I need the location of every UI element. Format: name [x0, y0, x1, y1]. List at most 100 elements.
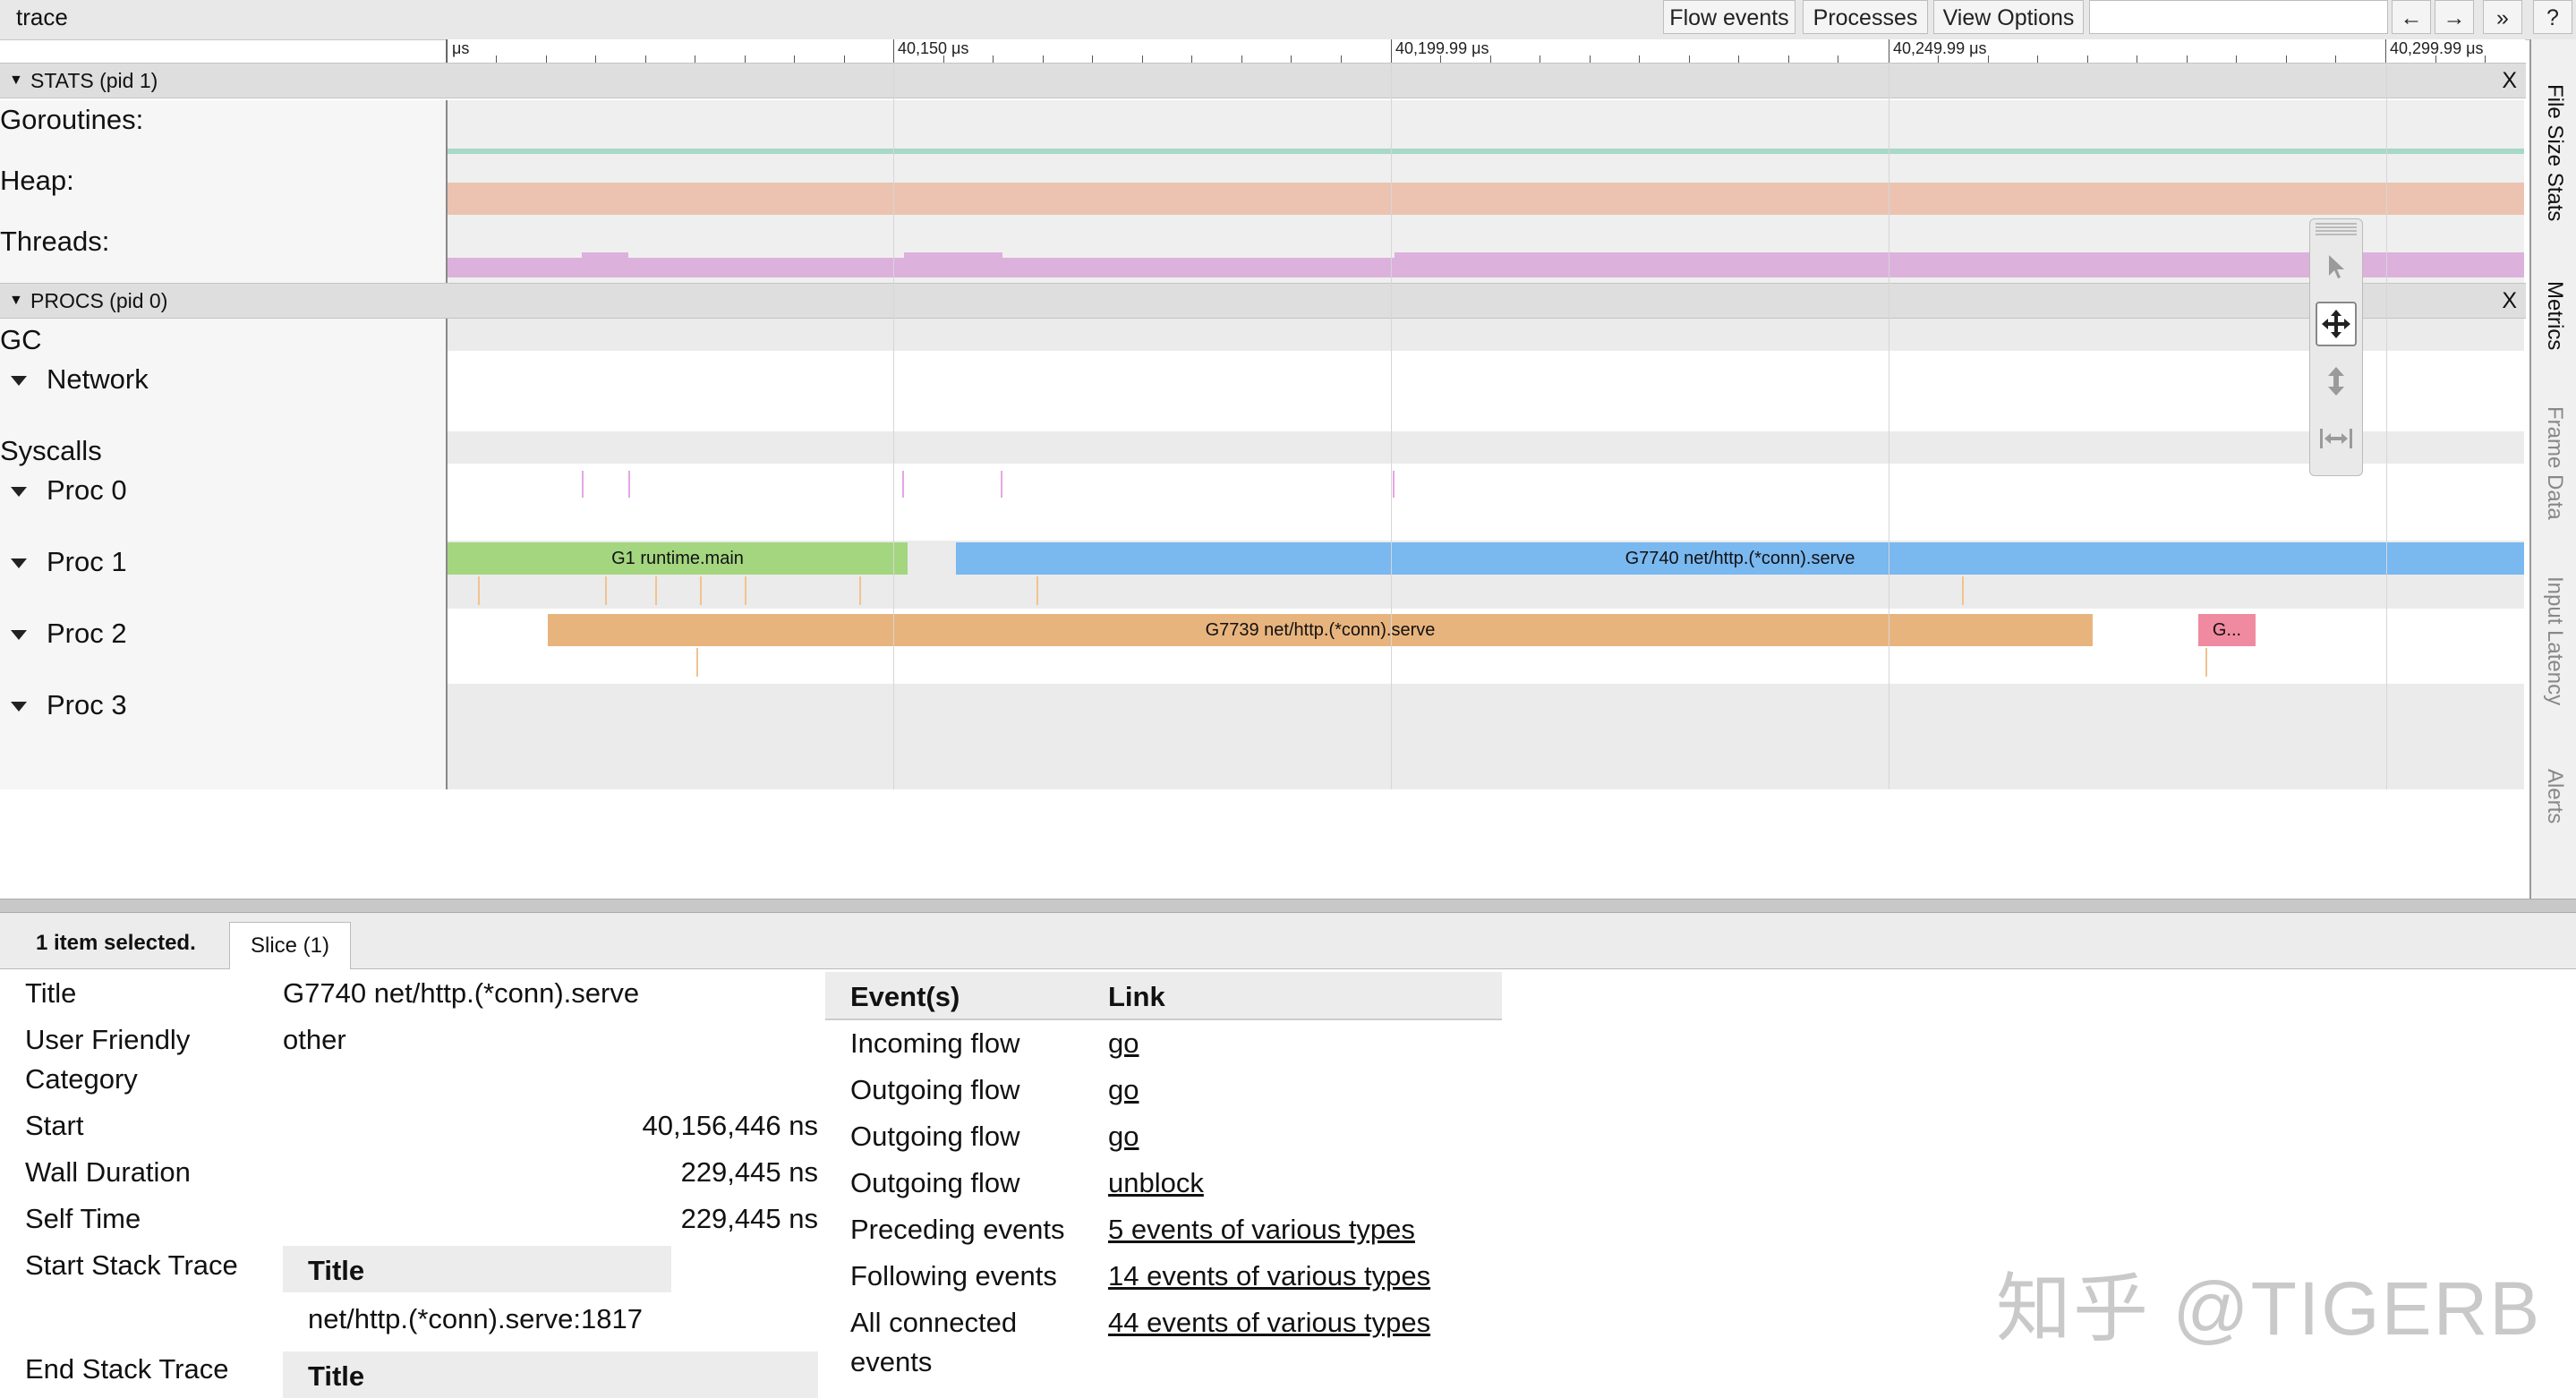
proc-0-label[interactable]: Proc 0 — [11, 474, 127, 507]
event-marker[interactable] — [2205, 648, 2207, 677]
event-marker[interactable] — [478, 576, 480, 605]
side-tab-metrics[interactable]: Metrics — [2542, 281, 2567, 350]
prop-category-label-2: Category — [25, 1063, 138, 1095]
col-events: Event(s) — [850, 981, 960, 1012]
network-track[interactable] — [448, 351, 2524, 431]
flow-event: Preceding events — [850, 1214, 1065, 1245]
side-tab-frame-data[interactable]: Frame Data — [2542, 406, 2567, 520]
flow-event: Incoming flow — [850, 1027, 1020, 1059]
network-label[interactable]: Network — [11, 363, 149, 396]
gc-track[interactable] — [448, 319, 2524, 351]
goroutines-counter[interactable] — [448, 149, 2524, 154]
flow-event: Following events — [850, 1260, 1057, 1291]
close-icon[interactable]: X — [2502, 284, 2517, 318]
threads-counter-spike — [582, 252, 628, 260]
procs-section-title: PROCS (pid 0) — [30, 289, 168, 312]
event-marker[interactable] — [628, 471, 630, 498]
prop-start-label: Start — [25, 1110, 84, 1141]
ruler-label: 40,150 μs — [898, 39, 969, 57]
flow-events-button[interactable]: Flow events — [1663, 0, 1796, 34]
event-marker[interactable] — [696, 648, 698, 677]
slice-g7740-serve[interactable]: G7740 net/http.(*conn).serve — [956, 542, 2524, 575]
expand-arrow-icon[interactable] — [11, 558, 27, 569]
close-icon[interactable]: X — [2502, 64, 2517, 98]
prop-category-value: other — [283, 1024, 346, 1055]
ruler-label: μs — [452, 39, 470, 57]
back-arrow-icon[interactable]: ← — [2392, 0, 2431, 34]
side-tab-alerts[interactable]: Alerts — [2542, 769, 2567, 823]
syscalls-track[interactable] — [448, 431, 2524, 464]
proc-1-label[interactable]: Proc 1 — [11, 546, 127, 578]
goroutines-label: Goroutines: — [0, 104, 144, 135]
stats-section-header[interactable]: ▼ STATS (pid 1) X — [0, 63, 2526, 98]
flow-link[interactable]: go — [1108, 1121, 1139, 1153]
prop-self-time-label: Self Time — [25, 1203, 141, 1234]
collapse-triangle-icon[interactable]: ▼ — [9, 284, 23, 318]
slice-g7739-serve[interactable]: G7739 net/http.(*conn).serve — [548, 614, 2093, 646]
proc-2-track[interactable]: G7739 net/http.(*conn).serve G... — [448, 609, 2524, 684]
mouse-mode-palette — [2309, 218, 2363, 476]
procs-section-header[interactable]: ▼ PROCS (pid 0) X — [0, 283, 2526, 319]
side-tab-file-size-stats[interactable]: File Size Stats — [2542, 84, 2567, 221]
slice-g1-runtime-main[interactable]: G1 runtime.main — [448, 542, 908, 575]
stack-frame: net/http.(*conn).serve:1817 — [308, 1303, 643, 1334]
grid-line — [893, 63, 894, 789]
flow-link[interactable]: go — [1108, 1074, 1139, 1106]
flow-link[interactable]: 14 events of various types — [1108, 1260, 1430, 1292]
stack-header-title: Title — [308, 1255, 365, 1286]
event-marker[interactable] — [902, 471, 904, 498]
more-icon[interactable]: » — [2483, 0, 2522, 34]
expand-arrow-icon[interactable] — [11, 376, 27, 387]
view-options-button[interactable]: View Options — [1933, 0, 2084, 34]
proc-3-label[interactable]: Proc 3 — [11, 689, 127, 721]
pan-tool-icon[interactable] — [2316, 302, 2357, 346]
expand-arrow-icon[interactable] — [11, 630, 27, 641]
flow-link[interactable]: go — [1108, 1027, 1139, 1060]
selection-count: 1 item selected. — [36, 931, 196, 955]
proc-0-track[interactable] — [448, 464, 2524, 541]
expand-arrow-icon[interactable] — [11, 487, 27, 498]
flow-link[interactable]: 5 events of various types — [1108, 1214, 1415, 1246]
event-marker[interactable] — [1001, 471, 1002, 498]
proc-2-label[interactable]: Proc 2 — [11, 618, 127, 650]
grid-line — [2386, 63, 2387, 789]
side-tab-input-latency[interactable]: Input Latency — [2542, 576, 2567, 705]
flow-event: Outgoing flow — [850, 1167, 1020, 1198]
panel-resize-divider[interactable] — [0, 899, 2576, 913]
flow-link[interactable]: 44 events of various types — [1108, 1307, 1430, 1339]
drag-handle[interactable] — [2316, 223, 2357, 235]
expand-arrow-icon[interactable] — [11, 702, 27, 712]
threads-counter[interactable] — [448, 258, 2524, 277]
help-button[interactable]: ? — [2533, 0, 2572, 34]
event-marker[interactable] — [859, 576, 861, 605]
slice-g-small[interactable]: G... — [2198, 614, 2256, 646]
threads-label: Threads: — [0, 226, 110, 257]
prop-title-label: Title — [25, 977, 77, 1009]
collapse-triangle-icon[interactable]: ▼ — [9, 64, 23, 98]
heap-counter[interactable] — [448, 183, 2524, 215]
prop-category-label: User Friendly — [25, 1024, 191, 1055]
selection-tool-icon[interactable] — [2316, 244, 2357, 289]
gc-label: GC — [0, 324, 42, 355]
timing-tool-icon[interactable] — [2316, 416, 2357, 461]
tab-slice[interactable]: Slice (1) — [229, 922, 351, 969]
event-marker[interactable] — [655, 576, 657, 605]
event-marker[interactable] — [1393, 471, 1395, 498]
processes-button[interactable]: Processes — [1803, 0, 1928, 34]
flow-event: Outgoing flow — [850, 1074, 1020, 1105]
zoom-tool-icon[interactable] — [2316, 359, 2357, 404]
event-marker[interactable] — [700, 576, 702, 605]
event-marker[interactable] — [582, 471, 584, 498]
event-marker[interactable] — [1036, 576, 1038, 605]
flow-link[interactable]: unblock — [1108, 1167, 1204, 1199]
timeline-ruler[interactable]: μs 40,150 μs 40,199.99 μs 40,249.99 μs 4… — [446, 39, 2525, 64]
event-marker[interactable] — [745, 576, 746, 605]
search-input[interactable] — [2089, 0, 2388, 34]
proc-1-track[interactable]: G1 runtime.main G7740 net/http.(*conn).s… — [448, 541, 2524, 609]
event-marker[interactable] — [605, 576, 607, 605]
event-marker[interactable] — [1962, 576, 1964, 605]
forward-arrow-icon[interactable]: → — [2435, 0, 2474, 34]
ruler-label: 40,199.99 μs — [1395, 39, 1489, 57]
proc-3-track[interactable] — [448, 684, 2524, 789]
stats-tracks[interactable] — [448, 100, 2524, 283]
